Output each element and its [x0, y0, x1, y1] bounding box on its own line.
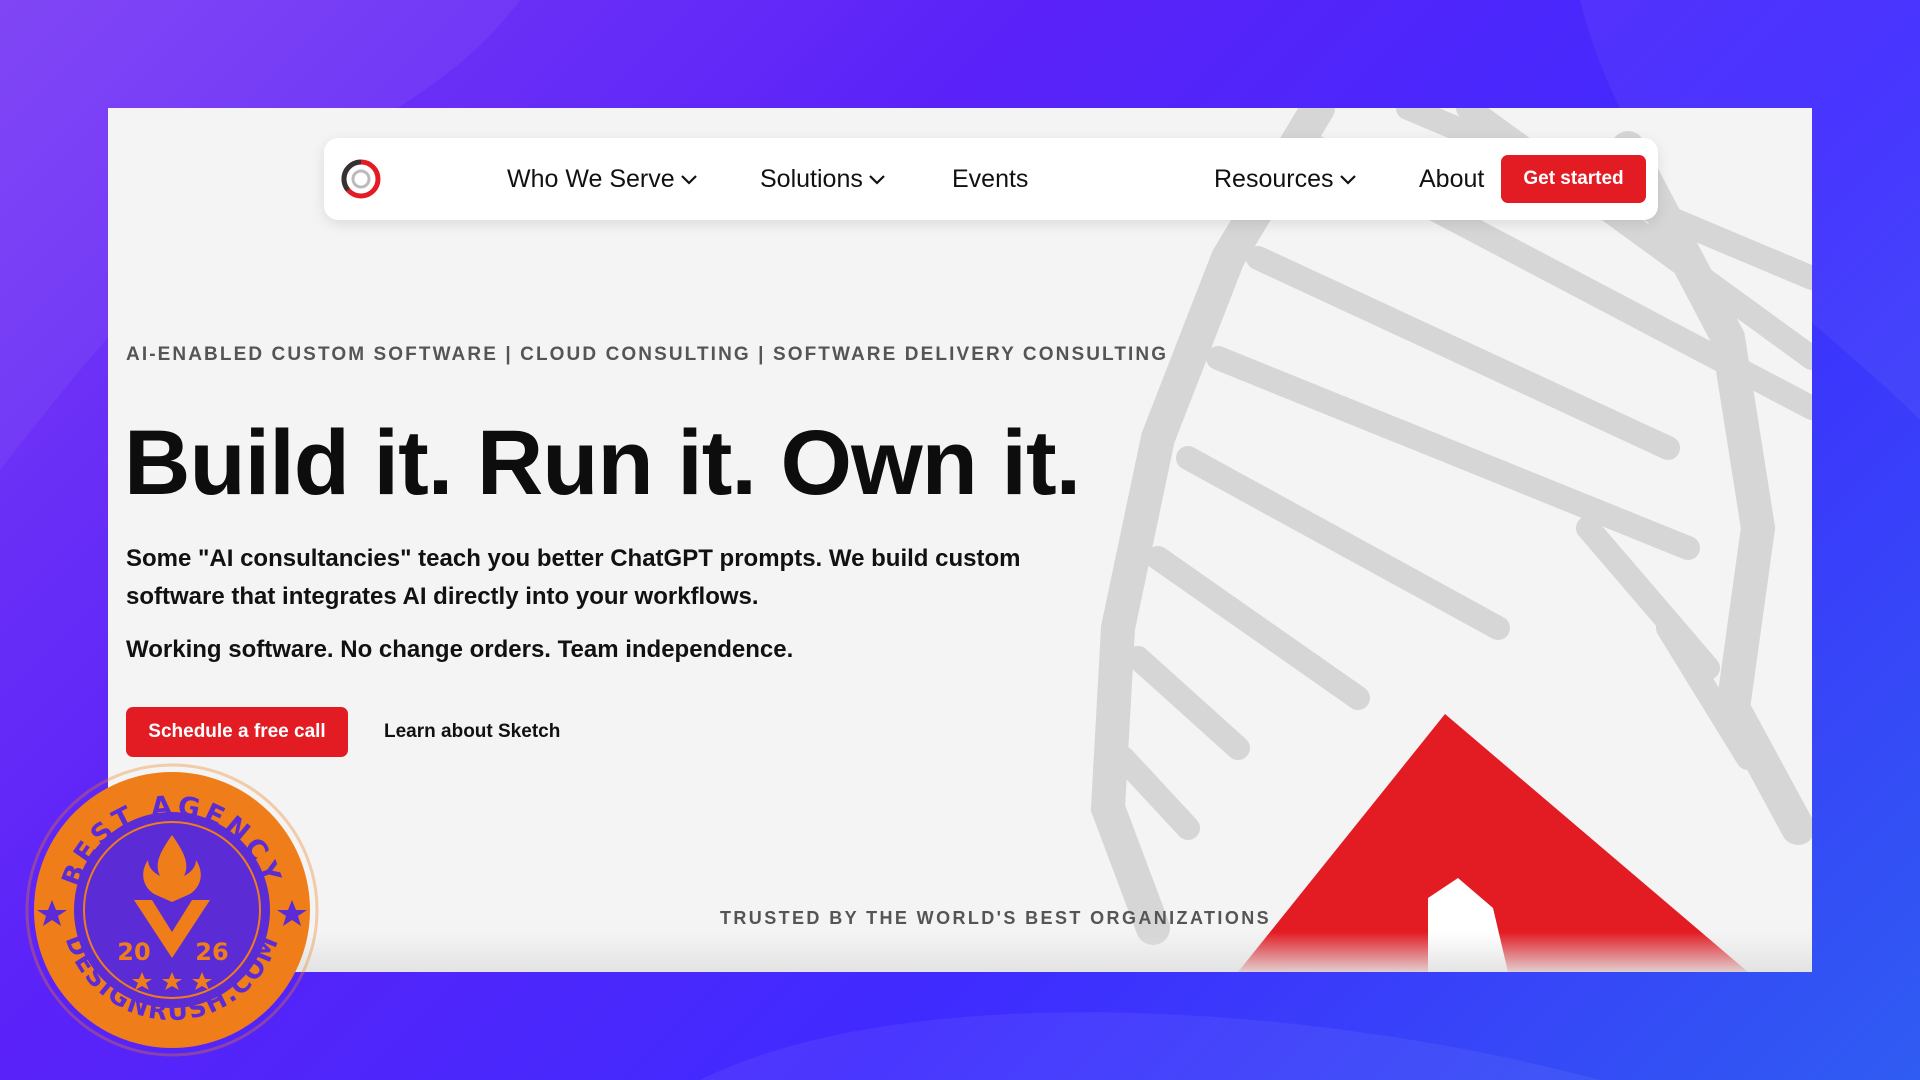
nav-item-events[interactable]: Events — [952, 138, 1028, 220]
nav-item-label: Who We Serve — [507, 164, 675, 193]
hero-tagline: Working software. No change orders. Team… — [126, 636, 794, 663]
trusted-by-label: TRUSTED BY THE WORLD'S BEST ORGANIZATION… — [720, 908, 1272, 928]
best-agency-badge: BEST AGENCY DESIGNRUSH.COM 20 26 — [25, 763, 319, 1057]
schedule-call-button[interactable]: Schedule a free call — [126, 707, 348, 757]
hero-eyebrow: AI-ENABLED CUSTOM SOFTWARE | CLOUD CONSU… — [126, 344, 1169, 365]
nav-item-solutions[interactable]: Solutions — [760, 138, 886, 220]
brand-logo[interactable] — [340, 158, 382, 200]
learn-about-sketch-link[interactable]: Learn about Sketch — [384, 707, 560, 757]
nav-item-who-we-serve[interactable]: Who We Serve — [507, 138, 698, 220]
nav-item-label: Solutions — [760, 164, 863, 193]
page-title: Build it. Run it. Own it. — [124, 412, 1081, 514]
nav-item-resources[interactable]: Resources — [1214, 138, 1357, 220]
bottom-fade — [108, 932, 1812, 972]
website-screenshot: Who We Serve Solutions Events Resources … — [108, 108, 1812, 972]
hero-description: Some "AI consultancies" teach you better… — [126, 545, 1021, 610]
chevron-down-icon — [1339, 175, 1356, 185]
nav-item-about[interactable]: About — [1419, 138, 1484, 220]
chevron-down-icon — [869, 175, 885, 185]
nav-item-label: Resources — [1214, 164, 1334, 193]
get-started-button[interactable]: Get started — [1501, 155, 1646, 203]
nav-item-label: About — [1419, 164, 1485, 193]
badge-year-right: 26 — [195, 938, 228, 966]
badge-year-left: 20 — [117, 938, 150, 966]
nav-item-label: Events — [952, 164, 1029, 193]
chevron-down-icon — [680, 175, 697, 185]
top-navigation: Who We Serve Solutions Events Resources … — [324, 138, 1658, 220]
